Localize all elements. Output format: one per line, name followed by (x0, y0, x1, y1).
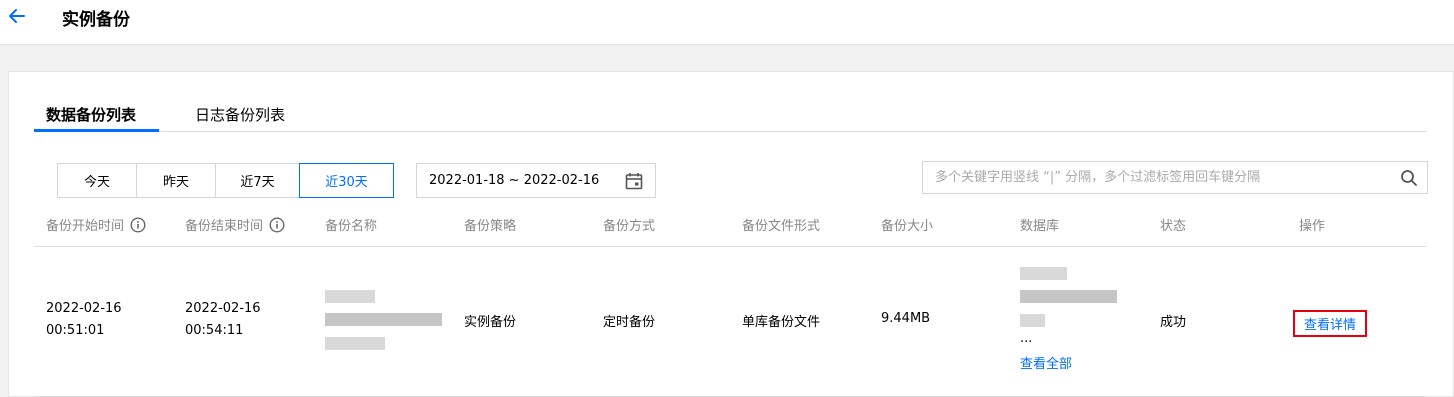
back-arrow-icon[interactable] (7, 6, 27, 26)
column-actions: 操作 (1299, 219, 1326, 234)
search-input[interactable] (923, 162, 1383, 193)
column-backup-size: 备份大小 (881, 219, 934, 234)
column-backup-file-form: 备份文件形式 (742, 219, 821, 234)
table-header: 备份开始时间 备份结束时间 备份名称 备份策略 备份方式 备份文件形式 备份大小… (34, 205, 1426, 247)
column-database: 数据库 (1020, 219, 1060, 234)
info-icon[interactable] (130, 216, 146, 233)
end-time-cell: 2022-02-16 00:54:11 (185, 298, 261, 342)
column-label: 备份开始时间 (46, 219, 125, 234)
search-box (922, 161, 1428, 194)
info-icon[interactable] (269, 216, 285, 233)
tab-data-backup-list[interactable]: 数据备份列表 (46, 104, 136, 125)
backup-card: 数据备份列表 日志备份列表 今天 昨天 近7天 近30天 2022-01-18 … (8, 71, 1454, 397)
backup-file-form-cell: 单库备份文件 (742, 315, 821, 330)
tab-bar: 数据备份列表 日志备份列表 (34, 92, 1426, 132)
range-today-button[interactable]: 今天 (57, 163, 137, 198)
start-time-cell: 2022-02-16 00:51:01 (46, 298, 122, 342)
column-backup-strategy: 备份策略 (464, 219, 517, 234)
column-backup-end-time: 备份结束时间 (185, 215, 285, 234)
date-range-picker[interactable]: 2022-01-18 ~ 2022-02-16 (416, 163, 656, 198)
column-label: 备份结束时间 (185, 219, 264, 234)
table-row: 2022-02-16 00:51:01 2022-02-16 00:54:11 … (34, 247, 1426, 397)
end-clock: 00:54:11 (185, 323, 244, 338)
status-badge: 成功 (1160, 315, 1187, 330)
end-date: 2022-02-16 (185, 301, 261, 316)
top-bar: 实例备份 (0, 0, 1454, 45)
calendar-icon (625, 173, 643, 190)
range-yesterday-button[interactable]: 昨天 (136, 163, 216, 198)
search-icon[interactable] (1400, 169, 1418, 187)
date-range-value: 2022-01-18 ~ 2022-02-16 (429, 173, 600, 188)
column-backup-method: 备份方式 (603, 219, 656, 234)
backup-size-cell: 9.44MB (881, 311, 931, 326)
start-clock: 00:51:01 (46, 323, 105, 338)
column-backup-name: 备份名称 (325, 219, 378, 234)
range-30days-button[interactable]: 近30天 (299, 163, 394, 198)
start-date: 2022-02-16 (46, 301, 122, 316)
backup-strategy-cell: 实例备份 (464, 315, 517, 330)
view-details-link[interactable]: 查看详情 (1293, 310, 1367, 337)
view-all-databases-link[interactable]: 查看全部 (1020, 353, 1072, 372)
column-backup-start-time: 备份开始时间 (46, 215, 146, 234)
column-status: 状态 (1160, 219, 1187, 234)
page-title: 实例备份 (62, 10, 130, 30)
range-7days-button[interactable]: 近7天 (215, 163, 300, 198)
active-tab-indicator (34, 129, 159, 132)
database-more: ... (1020, 331, 1033, 346)
tab-log-backup-list[interactable]: 日志备份列表 (195, 104, 285, 125)
backup-method-cell: 定时备份 (603, 315, 656, 330)
